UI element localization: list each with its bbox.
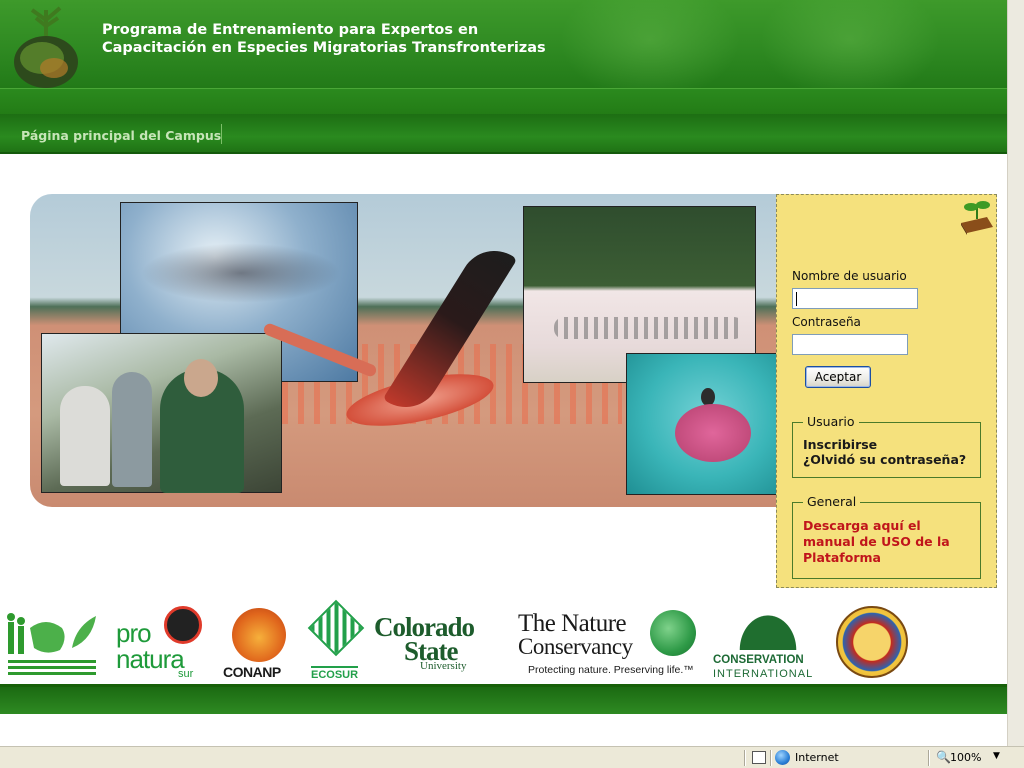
general-fieldset: General Descarga aquí el manual de USO d… [792, 494, 981, 579]
conservation-international-logo[interactable]: CONSERVATION INTERNATIONAL [712, 604, 824, 680]
login-panel: Nombre de usuario Contraseña Aceptar Usu… [776, 194, 997, 588]
status-divider [928, 750, 930, 766]
internet-zone-globe-icon [775, 750, 790, 765]
zoom-magnifier-icon[interactable]: 🔍 [936, 750, 951, 764]
fern-decoration [560, 0, 740, 88]
tnc-leaf-icon [650, 610, 696, 656]
password-input[interactable] [792, 334, 908, 355]
popup-blocker-icon[interactable] [752, 751, 766, 764]
signup-link[interactable]: Inscribirse [803, 437, 877, 453]
general-fieldset-legend: General [803, 494, 861, 509]
site-title-line1: Programa de Entrenamiento para Expertos … [102, 22, 479, 38]
alianza-logo[interactable] [6, 608, 98, 678]
banner-collage [30, 194, 790, 507]
zoom-dropdown-icon[interactable]: ▼ [993, 751, 1000, 761]
security-zone-label: Internet [795, 751, 839, 764]
login-button[interactable]: Aceptar [805, 366, 871, 388]
ecosur-logo[interactable]: ECOSUR [306, 599, 368, 681]
campus-home-link[interactable]: Página principal del Campus [21, 128, 221, 143]
username-input[interactable] [792, 288, 918, 309]
book-sprout-icon [961, 201, 993, 235]
fern-decoration [760, 0, 940, 88]
site-header: Programa de Entrenamiento para Expertos … [0, 0, 1007, 88]
manual-download-link[interactable]: Descarga aquí el manual de USO de la Pla… [803, 518, 973, 566]
browser-page: Programa de Entrenamiento para Expertos … [0, 0, 1024, 768]
vertical-scrollbar[interactable] [1007, 0, 1024, 746]
status-divider [744, 750, 746, 766]
forgot-password-link[interactable]: ¿Olvidó su contraseña? [803, 452, 966, 468]
sponsor-logos: pro natura sur CONANP ECOSUR Colorado St… [0, 598, 1007, 684]
site-title: Programa de Entrenamiento para Expertos … [102, 21, 546, 57]
zoom-level[interactable]: 100% [950, 751, 981, 764]
ci-trees-icon [732, 606, 804, 650]
nature-conservancy-logo[interactable]: The Nature Conservancy Protecting nature… [518, 608, 700, 678]
photo-sea-turtle [626, 353, 790, 495]
status-divider [770, 750, 772, 766]
user-fieldset: Usuario Inscribirse ¿Olvidó su contraseñ… [792, 414, 981, 478]
username-label: Nombre de usuario [792, 269, 907, 283]
photo-birdwatchers [41, 333, 282, 493]
oas-seal-logo[interactable] [836, 606, 908, 678]
password-label: Contraseña [792, 315, 861, 329]
conanp-emblem-icon [232, 608, 286, 662]
colorado-state-logo[interactable]: Colorado State University [374, 612, 504, 678]
user-fieldset-legend: Usuario [803, 414, 859, 429]
nav-separator [221, 124, 222, 144]
header-band [0, 88, 1007, 114]
status-bar: Internet 🔍 100% ▼ [0, 746, 1024, 768]
pronatura-logo[interactable]: pro natura sur [114, 606, 206, 680]
ecosur-emblem-icon [307, 599, 365, 657]
site-title-line2: Capacitación en Especies Migratorias Tra… [102, 40, 546, 56]
campus-logo [14, 6, 78, 88]
nav-bar: Página principal del Campus [0, 114, 1007, 154]
pronatura-bird-icon [164, 606, 202, 644]
footer-band [0, 684, 1007, 714]
conanp-logo[interactable]: CONANP [222, 606, 298, 680]
